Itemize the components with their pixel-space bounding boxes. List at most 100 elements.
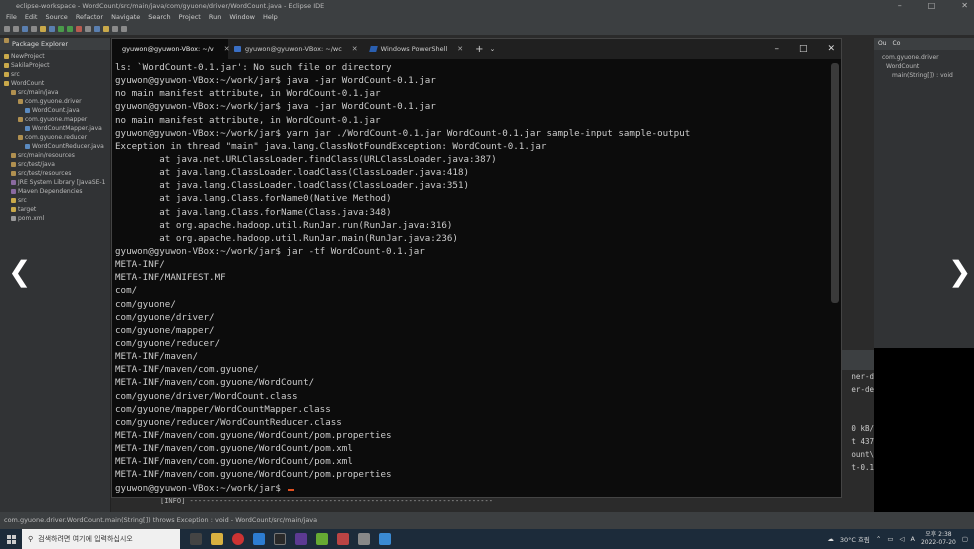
- next-arrow-icon[interactable]: ❯: [948, 258, 971, 286]
- new-package-icon[interactable]: [103, 25, 109, 32]
- app-icon[interactable]: [379, 533, 391, 545]
- ime-icon[interactable]: A: [911, 535, 915, 543]
- save-icon[interactable]: [13, 25, 19, 32]
- network-icon[interactable]: ▭: [887, 535, 893, 543]
- tab-outline[interactable]: Ou: [878, 38, 887, 50]
- eclipse-icon[interactable]: [295, 533, 307, 545]
- menu-run[interactable]: Run: [209, 12, 221, 22]
- volume-icon[interactable]: ◁: [900, 535, 905, 543]
- menu-file[interactable]: File: [6, 12, 17, 22]
- chrome-icon[interactable]: [232, 533, 244, 545]
- menu-help[interactable]: Help: [263, 12, 278, 22]
- tree-item[interactable]: WordCount.java: [0, 106, 110, 115]
- tree-item[interactable]: pom.xml: [0, 214, 110, 223]
- java-icon: [25, 108, 30, 113]
- close-tab-icon[interactable]: ✕: [457, 45, 463, 53]
- clock[interactable]: 오후 2:38 2022-07-20: [921, 531, 956, 547]
- close-tab-icon[interactable]: ✕: [352, 45, 358, 53]
- menu-navigate[interactable]: Navigate: [111, 12, 140, 22]
- tree-item[interactable]: JRE System Library [JavaSE-1: [0, 178, 110, 187]
- weather-icon[interactable]: ☁: [827, 535, 834, 543]
- clock-time: 오후 2:38: [925, 531, 952, 538]
- new-java-class-icon[interactable]: [94, 25, 100, 32]
- tree-item[interactable]: src/test/java: [0, 160, 110, 169]
- terminal-close-button[interactable]: ✕: [827, 44, 835, 54]
- terminal-minimize-button[interactable]: –: [774, 44, 779, 54]
- menu-source[interactable]: Source: [45, 12, 67, 22]
- tab-terminal-1[interactable]: gyuwon@gyuwon-VBox: ~/v ✕: [112, 39, 230, 59]
- tree-item-label: WordCountMapper.java: [32, 125, 102, 132]
- taskbar-search[interactable]: ⚲ 검색하려면 여기에 입력하십시오: [22, 529, 180, 549]
- previous-arrow-icon[interactable]: ❮: [8, 258, 31, 286]
- close-button[interactable]: ✕: [961, 0, 968, 12]
- tree-item[interactable]: com.gyuone.reducer: [0, 133, 110, 142]
- open-type-icon[interactable]: [40, 25, 46, 32]
- back-icon[interactable]: [112, 25, 118, 32]
- file-icon: [11, 216, 16, 221]
- tree-item[interactable]: src/main/java: [0, 88, 110, 97]
- maximize-button[interactable]: □: [928, 0, 936, 12]
- outline-package[interactable]: com.gyuone.driver: [882, 53, 974, 62]
- menu-window[interactable]: Window: [229, 12, 255, 22]
- console-line: 0 kB/: [851, 424, 874, 433]
- outline-class[interactable]: WordCount: [882, 62, 974, 71]
- tree-item[interactable]: WordCountReducer.java: [0, 142, 110, 151]
- terminal-output[interactable]: ls: `WordCount-0.1.jar': No such file or…: [115, 61, 827, 495]
- terminal-icon[interactable]: [274, 533, 286, 545]
- search-placeholder: 검색하려면 여기에 입력하십시오: [38, 535, 133, 543]
- print-icon[interactable]: [22, 25, 28, 32]
- project-tree: NewProject SakilaProject src WordCount src/m…: [0, 50, 110, 223]
- tree-item[interactable]: NewProject: [0, 52, 110, 61]
- new-icon[interactable]: [4, 25, 10, 32]
- chevron-down-icon[interactable]: ⌄: [490, 45, 496, 53]
- terminal-line: at java.lang.Class.forName0(Native Metho…: [115, 193, 392, 205]
- tree-item[interactable]: src/main/resources: [0, 151, 110, 160]
- terminal-scrollbar[interactable]: [831, 63, 839, 303]
- file-explorer-icon[interactable]: [211, 533, 223, 545]
- stop-icon[interactable]: [76, 25, 82, 32]
- tree-item[interactable]: src: [0, 196, 110, 205]
- tab-powershell[interactable]: Windows PowerShell ✕: [364, 39, 469, 59]
- tree-item[interactable]: target: [0, 205, 110, 214]
- task-view-icon[interactable]: [190, 533, 202, 545]
- tree-item[interactable]: src/test/resources: [0, 169, 110, 178]
- tree-item[interactable]: SakilaProject: [0, 61, 110, 70]
- terminal-tab-bar: gyuwon@gyuwon-VBox: ~/v ✕ gyuwon@gyuwon-…: [112, 39, 841, 59]
- weather-text[interactable]: 30°C 흐림: [840, 534, 870, 544]
- forward-icon[interactable]: [121, 25, 127, 32]
- app-icon[interactable]: [358, 533, 370, 545]
- search-icon[interactable]: [49, 25, 55, 32]
- terminal-prompt-line[interactable]: gyuwon@gyuwon-VBox:~/work/jar$: [115, 482, 827, 495]
- tab-label: gyuwon@gyuwon-VBox: ~/wc: [245, 45, 342, 53]
- terminal-line: gyuwon@gyuwon-VBox:~/work/jar$ jar -tf W…: [115, 245, 425, 257]
- terminal-window[interactable]: gyuwon@gyuwon-VBox: ~/v ✕ gyuwon@gyuwon-…: [111, 38, 842, 498]
- minimize-button[interactable]: –: [898, 0, 902, 12]
- tree-item[interactable]: src: [0, 70, 110, 79]
- menu-refactor[interactable]: Refactor: [76, 12, 103, 22]
- new-tab-button[interactable]: +: [469, 44, 489, 55]
- tree-item[interactable]: Maven Dependencies: [0, 187, 110, 196]
- menu-edit[interactable]: Edit: [25, 12, 38, 22]
- external-tools-icon[interactable]: [85, 25, 91, 32]
- terminal-maximize-button[interactable]: □: [799, 44, 808, 54]
- tab-console[interactable]: Co: [893, 38, 901, 50]
- menu-search[interactable]: Search: [148, 12, 170, 22]
- build-icon[interactable]: [31, 25, 37, 32]
- run-icon[interactable]: [67, 25, 73, 32]
- debug-icon[interactable]: [58, 25, 64, 32]
- menu-project[interactable]: Project: [179, 12, 201, 22]
- start-button[interactable]: [4, 529, 18, 549]
- tree-item-label: src/main/java: [18, 89, 59, 96]
- tree-item[interactable]: com.gyuone.mapper: [0, 115, 110, 124]
- tree-item[interactable]: WordCountMapper.java: [0, 124, 110, 133]
- tree-item[interactable]: com.gyuone.driver: [0, 97, 110, 106]
- terminal-line: META-INF/: [115, 259, 165, 271]
- tab-terminal-2[interactable]: gyuwon@gyuwon-VBox: ~/wc ✕: [228, 39, 364, 59]
- tree-item[interactable]: WordCount: [0, 79, 110, 88]
- chevron-up-icon[interactable]: ⌃: [876, 535, 881, 543]
- notification-icon[interactable]: ▢: [962, 535, 968, 543]
- outline-method[interactable]: main(String[]) : void: [882, 71, 974, 80]
- app-icon[interactable]: [337, 533, 349, 545]
- edge-icon[interactable]: [253, 533, 265, 545]
- app-icon[interactable]: [316, 533, 328, 545]
